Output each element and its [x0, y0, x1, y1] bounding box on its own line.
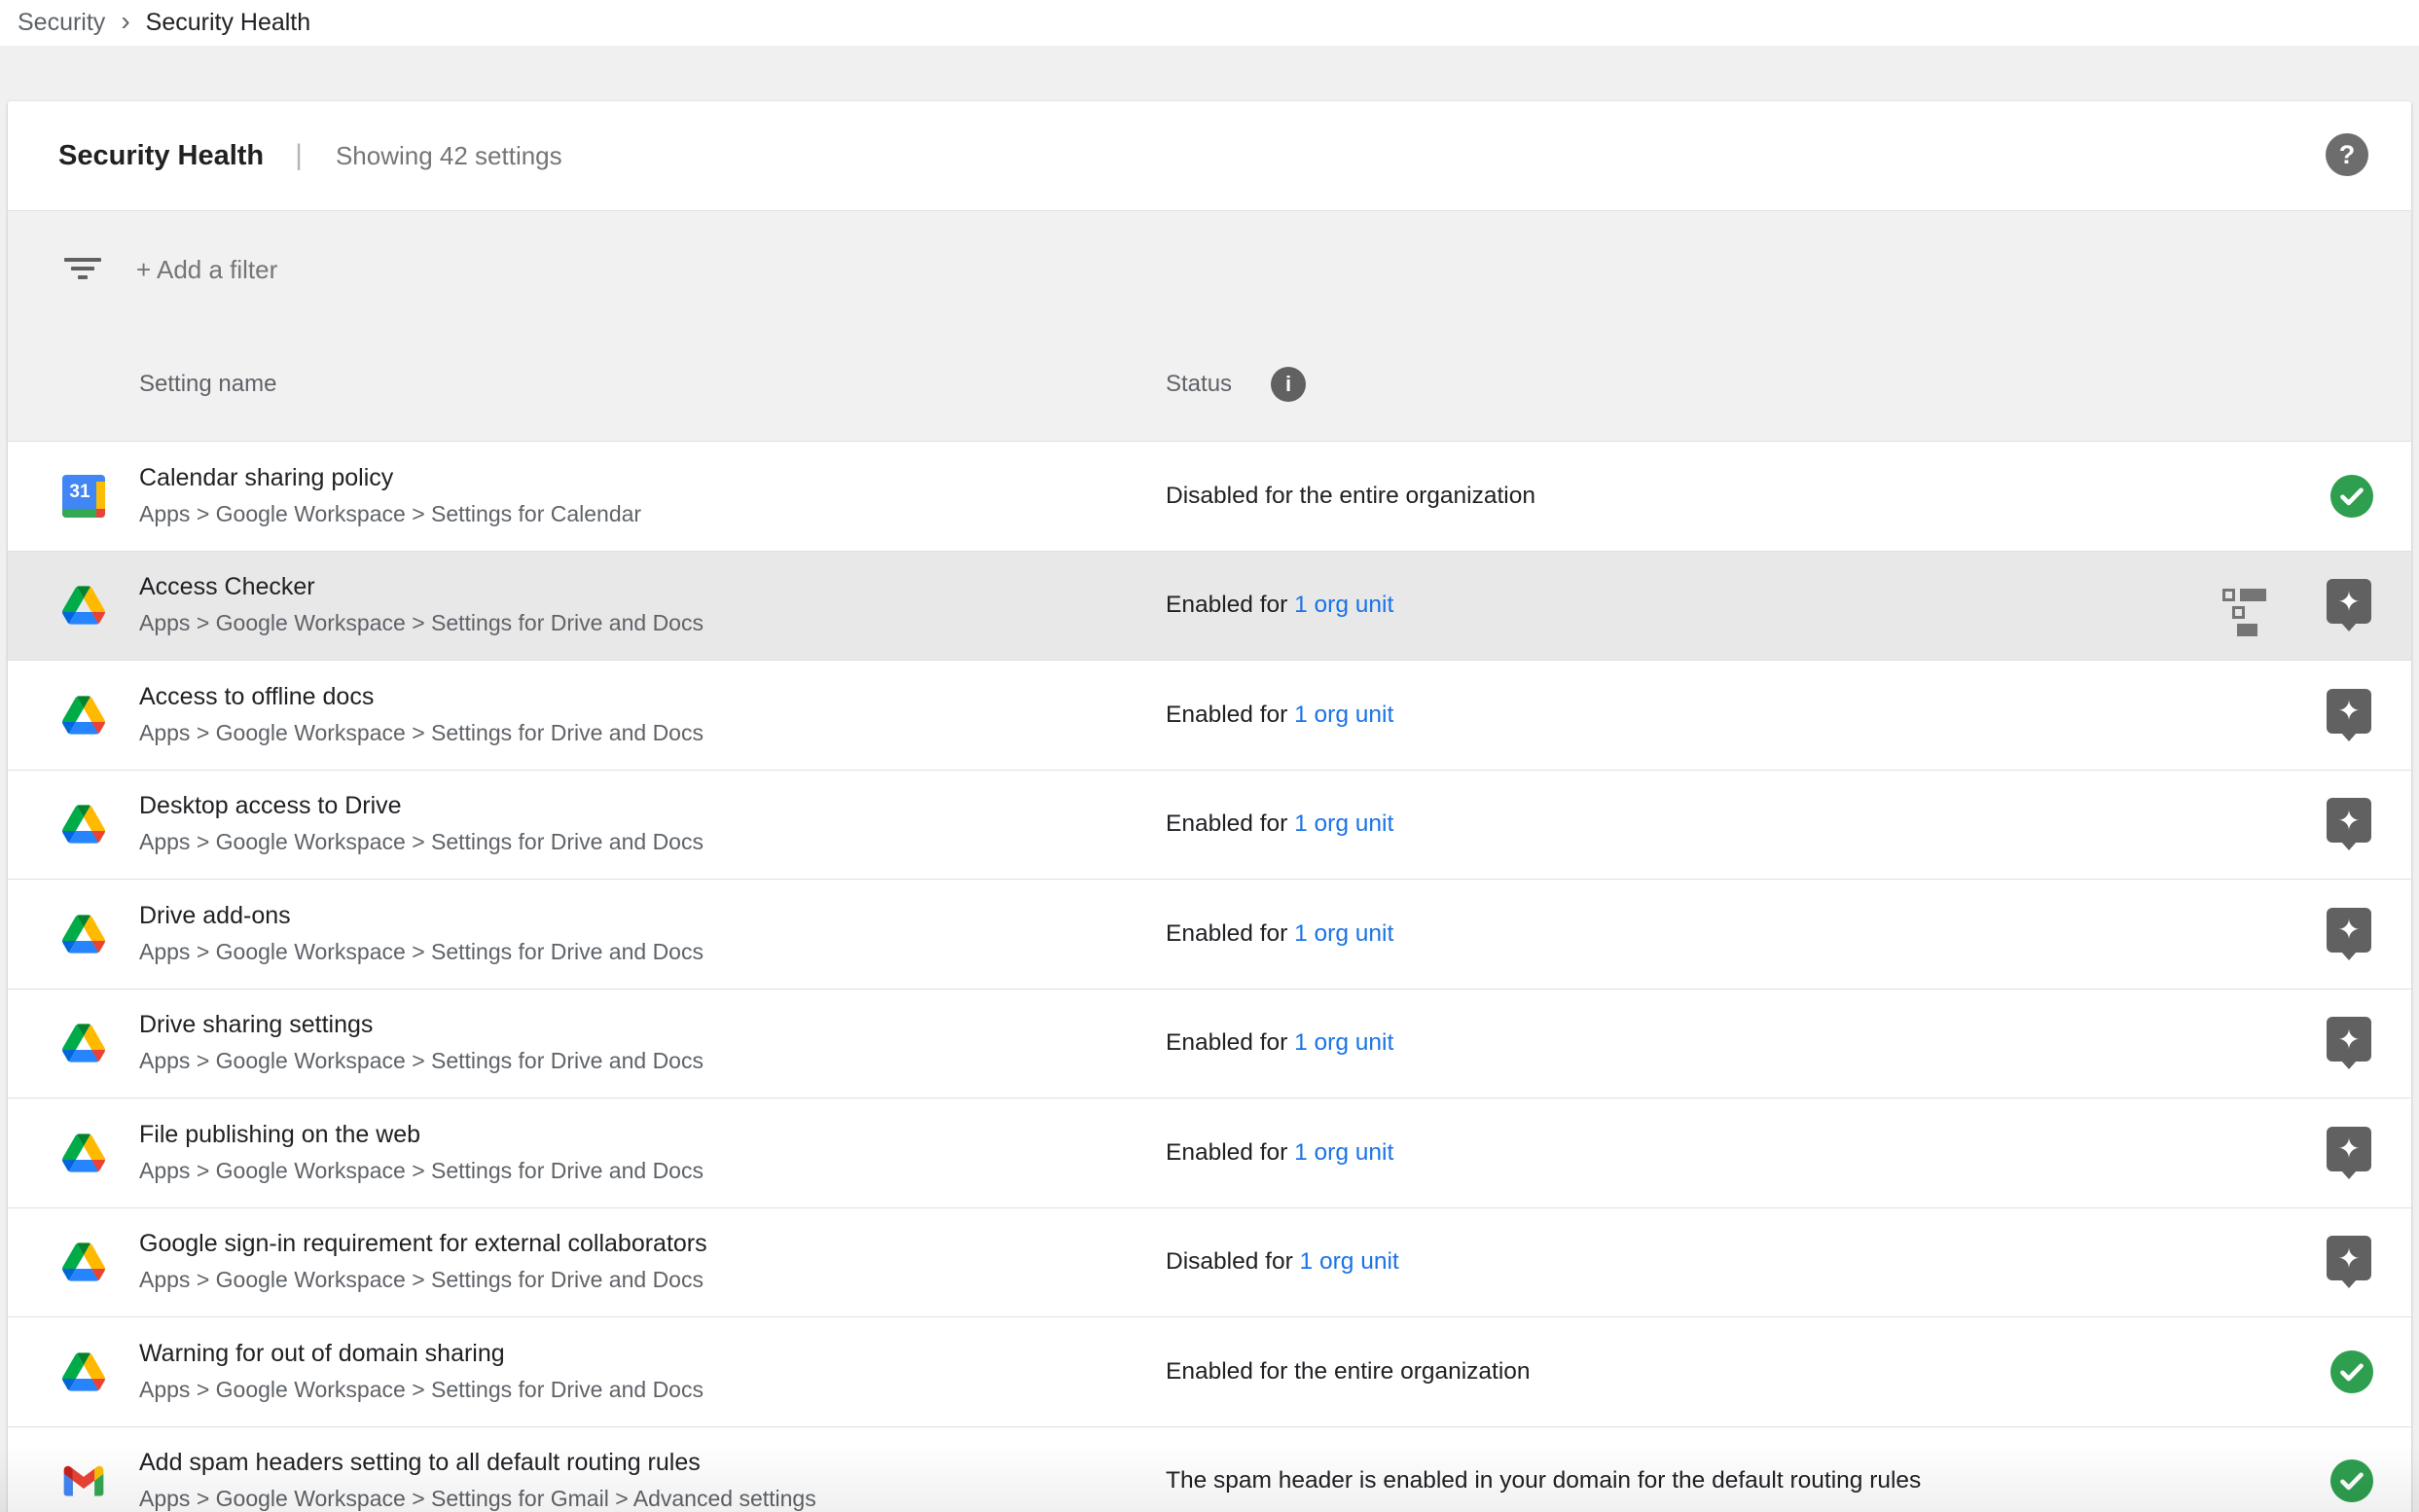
- title-separator: |: [295, 139, 303, 172]
- org-unit-link[interactable]: 1 org unit: [1294, 920, 1393, 947]
- status-text: Enabled for 1 org unit: [1166, 920, 1393, 948]
- setting-text: Access Checker Apps > Google Workspace > …: [139, 572, 704, 638]
- setting-text: Calendar sharing policy Apps > Google Wor…: [139, 463, 641, 529]
- table-row[interactable]: Google sign-in requirement for external …: [8, 1207, 2411, 1317]
- setting-text: Warning for out of domain sharing Apps > …: [139, 1339, 704, 1405]
- table-row[interactable]: Warning for out of domain sharing Apps > …: [8, 1316, 2411, 1426]
- filter-funnel-icon[interactable]: [64, 258, 101, 281]
- org-unit-link[interactable]: 1 org unit: [1294, 810, 1393, 837]
- setting-path: Apps > Google Workspace > Settings for D…: [139, 827, 704, 857]
- status-text: Enabled for 1 org unit: [1166, 702, 1393, 729]
- setting-text: Google sign-in requirement for external …: [139, 1229, 707, 1295]
- table-row[interactable]: Add spam headers setting to all default …: [8, 1426, 2411, 1512]
- status-ok-check-icon: [2330, 1459, 2373, 1502]
- page-title: Security Health: [58, 140, 264, 172]
- setting-text: Drive add-ons Apps > Google Workspace > S…: [139, 901, 704, 967]
- setting-text: Access to offline docs Apps > Google Work…: [139, 682, 704, 748]
- google-drive-icon: [62, 1022, 105, 1064]
- google-drive-icon: [62, 1241, 105, 1283]
- setting-name[interactable]: Drive sharing settings: [139, 1010, 704, 1040]
- setting-name[interactable]: Google sign-in requirement for external …: [139, 1229, 707, 1259]
- status-text: Enabled for the entire organization: [1166, 1358, 1531, 1386]
- org-unit-link[interactable]: 1 org unit: [1300, 1248, 1399, 1275]
- setting-text: Desktop access to Drive Apps > Google Wor…: [139, 791, 704, 857]
- table-row[interactable]: Drive sharing settings Apps > Google Work…: [8, 989, 2411, 1098]
- setting-name[interactable]: Add spam headers setting to all default …: [139, 1448, 816, 1478]
- filter-bar: + Add a filter: [8, 210, 2411, 328]
- setting-name[interactable]: Desktop access to Drive: [139, 791, 704, 821]
- table-row[interactable]: Desktop access to Drive Apps > Google Wor…: [8, 770, 2411, 880]
- table-row[interactable]: File publishing on the web Apps > Google …: [8, 1098, 2411, 1207]
- table-row[interactable]: Access Checker Apps > Google Workspace > …: [8, 551, 2411, 661]
- breadcrumb-chevron-icon: ›: [121, 6, 129, 37]
- card-header: Security Health | Showing 42 settings ?: [8, 101, 2411, 210]
- status-ok-check-icon: [2330, 1350, 2373, 1393]
- breadcrumb: Security › Security Health: [0, 0, 2419, 46]
- status-ok-check-icon: [2330, 475, 2373, 518]
- setting-text: File publishing on the web Apps > Google …: [139, 1120, 704, 1186]
- setting-text: Add spam headers setting to all default …: [139, 1448, 816, 1512]
- setting-name[interactable]: Access to offline docs: [139, 682, 704, 712]
- setting-name[interactable]: Calendar sharing policy: [139, 463, 641, 493]
- security-health-card: Security Health | Showing 42 settings ? …: [8, 101, 2411, 1512]
- breadcrumb-parent-link[interactable]: Security: [18, 9, 105, 37]
- settings-count: Showing 42 settings: [336, 141, 562, 171]
- status-text: Disabled for the entire organization: [1166, 483, 1535, 510]
- setting-name[interactable]: Drive add-ons: [139, 901, 704, 931]
- status-text: Enabled for 1 org unit: [1166, 1029, 1393, 1057]
- settings-table-body: 31 Calendar sharing policy Apps > Google W…: [8, 441, 2411, 1512]
- setting-path: Apps > Google Workspace > Settings for D…: [139, 608, 704, 638]
- recommendation-badge-icon[interactable]: ✦: [2327, 1017, 2371, 1062]
- org-unit-link[interactable]: 1 org unit: [1294, 592, 1393, 618]
- table-header: Setting name Status i: [8, 328, 2411, 441]
- recommendation-badge-icon[interactable]: ✦: [2327, 1236, 2371, 1280]
- google-calendar-icon: 31: [62, 475, 105, 518]
- google-drive-icon: [62, 1132, 105, 1174]
- setting-path: Apps > Google Workspace > Settings for G…: [139, 1484, 816, 1512]
- column-header-setting-name: Setting name: [139, 371, 276, 398]
- add-filter-button[interactable]: + Add a filter: [136, 255, 277, 285]
- help-icon[interactable]: ?: [2326, 133, 2368, 176]
- org-units-icon[interactable]: [2222, 589, 2267, 622]
- setting-path: Apps > Google Workspace > Settings for D…: [139, 1046, 704, 1076]
- setting-path: Apps > Google Workspace > Settings for D…: [139, 937, 704, 967]
- breadcrumb-current: Security Health: [146, 9, 311, 37]
- status-text: Enabled for 1 org unit: [1166, 592, 1393, 619]
- table-row[interactable]: 31 Calendar sharing policy Apps > Google W…: [8, 441, 2411, 551]
- google-drive-icon: [62, 803, 105, 846]
- org-unit-link[interactable]: 1 org unit: [1294, 702, 1393, 728]
- setting-path: Apps > Google Workspace > Settings for D…: [139, 718, 704, 748]
- info-icon[interactable]: i: [1271, 367, 1306, 402]
- setting-path: Apps > Google Workspace > Settings for D…: [139, 1156, 704, 1186]
- column-header-status: Status: [1166, 371, 1232, 398]
- recommendation-badge-icon[interactable]: ✦: [2327, 579, 2371, 624]
- setting-path: Apps > Google Workspace > Settings for C…: [139, 499, 641, 529]
- google-drive-icon: [62, 1350, 105, 1393]
- setting-text: Drive sharing settings Apps > Google Work…: [139, 1010, 704, 1076]
- gmail-icon: [62, 1459, 105, 1502]
- recommendation-badge-icon[interactable]: ✦: [2327, 798, 2371, 843]
- setting-path: Apps > Google Workspace > Settings for D…: [139, 1375, 704, 1405]
- org-unit-link[interactable]: 1 org unit: [1294, 1029, 1393, 1056]
- table-row[interactable]: Drive add-ons Apps > Google Workspace > S…: [8, 879, 2411, 989]
- status-text: Enabled for 1 org unit: [1166, 1139, 1393, 1167]
- google-drive-icon: [62, 913, 105, 955]
- setting-name[interactable]: File publishing on the web: [139, 1120, 704, 1150]
- google-drive-icon: [62, 584, 105, 627]
- recommendation-badge-icon[interactable]: ✦: [2327, 689, 2371, 734]
- setting-name[interactable]: Access Checker: [139, 572, 704, 602]
- setting-path: Apps > Google Workspace > Settings for D…: [139, 1265, 707, 1295]
- status-text: Disabled for 1 org unit: [1166, 1248, 1399, 1276]
- recommendation-badge-icon[interactable]: ✦: [2327, 1127, 2371, 1171]
- status-text: Enabled for 1 org unit: [1166, 810, 1393, 838]
- table-row[interactable]: Access to offline docs Apps > Google Work…: [8, 660, 2411, 770]
- google-drive-icon: [62, 694, 105, 737]
- recommendation-badge-icon[interactable]: ✦: [2327, 908, 2371, 953]
- org-unit-link[interactable]: 1 org unit: [1294, 1139, 1393, 1166]
- status-text: The spam header is enabled in your domai…: [1166, 1467, 1921, 1494]
- setting-name[interactable]: Warning for out of domain sharing: [139, 1339, 704, 1369]
